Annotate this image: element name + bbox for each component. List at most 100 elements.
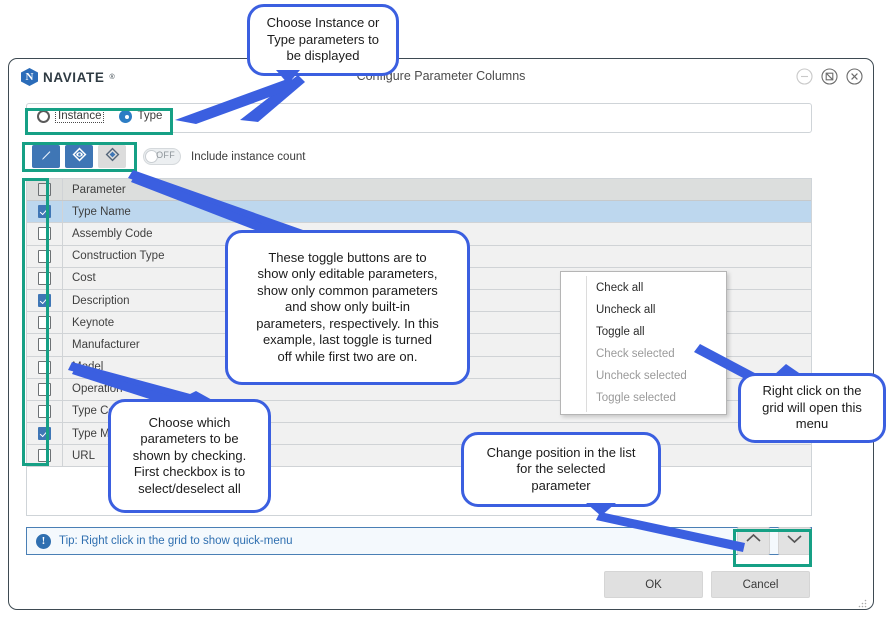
resize-grip[interactable] bbox=[858, 595, 867, 604]
row-checkbox[interactable] bbox=[38, 316, 51, 329]
switch-state-label: OFF bbox=[156, 150, 175, 160]
chevron-down-icon bbox=[785, 532, 804, 550]
grid-header-row[interactable]: Parameter bbox=[27, 179, 811, 201]
grid-context-menu[interactable]: Check all Uncheck all Toggle all Check s… bbox=[560, 271, 727, 415]
screenshot-root: N NAVIATE ® Configure Parameter Columns bbox=[0, 0, 890, 622]
move-down-button[interactable] bbox=[778, 527, 811, 555]
callout-reorder-line-1: Change position in the list bbox=[487, 445, 636, 462]
callout-toggles: These toggle buttons are to show only ed… bbox=[225, 230, 470, 385]
row-checkbox-cell[interactable] bbox=[27, 334, 63, 355]
callout-checkboxes: Choose which parameters to be shown by c… bbox=[108, 399, 271, 513]
row-checkbox-cell[interactable] bbox=[27, 312, 63, 333]
include-instance-count-label: Include instance count bbox=[191, 151, 305, 163]
eye-diamond-icon bbox=[71, 146, 88, 168]
radio-instance-dot bbox=[37, 110, 50, 123]
info-icon: ! bbox=[36, 534, 51, 549]
callout-toggles-line-3: show only common parameters bbox=[256, 283, 439, 300]
callout-toggles-line-5: parameters, respectively. In this bbox=[256, 316, 439, 333]
callout-scope-line-1: Choose Instance or bbox=[267, 15, 380, 32]
row-checkbox-cell[interactable] bbox=[27, 401, 63, 422]
include-instance-count-toggle[interactable]: OFF bbox=[143, 148, 181, 165]
row-checkbox-cell[interactable] bbox=[27, 201, 63, 222]
callout-reorder: Change position in the list for the sele… bbox=[461, 432, 661, 507]
window-controls bbox=[796, 68, 863, 85]
row-checkbox-cell[interactable] bbox=[27, 423, 63, 444]
radio-instance[interactable]: Instance bbox=[37, 109, 104, 123]
row-checkbox[interactable] bbox=[38, 227, 51, 240]
callout-toggles-line-1: These toggle buttons are to bbox=[256, 250, 439, 267]
callout-scope: Choose Instance or Type parameters to be… bbox=[247, 4, 399, 76]
callout-scope-line-3: be displayed bbox=[267, 48, 380, 65]
tip-bar: ! Tip: Right click in the grid to show q… bbox=[26, 527, 812, 555]
radio-type-dot bbox=[119, 110, 132, 123]
menu-item-check-all[interactable]: Check all bbox=[561, 277, 726, 299]
row-label: Description bbox=[63, 295, 130, 307]
menu-item-uncheck-selected: Uncheck selected bbox=[561, 365, 726, 387]
callout-checkboxes-line-4: First checkbox is to bbox=[133, 464, 246, 481]
grid-header-label: Parameter bbox=[63, 184, 126, 196]
row-label: Construction Type bbox=[63, 250, 164, 262]
context-menu-items: Check all Uncheck all Toggle all Check s… bbox=[561, 277, 726, 409]
dialog-title: Configure Parameter Columns bbox=[9, 69, 873, 83]
row-checkbox-cell[interactable] bbox=[27, 290, 63, 311]
row-label: Model bbox=[63, 361, 103, 373]
callout-toggles-line-4: and show only built-in bbox=[256, 299, 439, 316]
parameter-scope-panel: Instance Type bbox=[26, 103, 812, 133]
ok-button[interactable]: OK bbox=[604, 571, 703, 598]
row-checkbox-cell[interactable] bbox=[27, 445, 63, 466]
radio-type-label: Type bbox=[137, 110, 162, 122]
row-label: Cost bbox=[63, 272, 96, 284]
callout-contextmenu: Right click on the grid will open this m… bbox=[738, 373, 886, 443]
dialog-titlebar[interactable]: N NAVIATE ® Configure Parameter Columns bbox=[9, 59, 873, 95]
row-checkbox[interactable] bbox=[38, 272, 51, 285]
callout-scope-line-2: Type parameters to bbox=[267, 32, 380, 49]
move-up-button[interactable] bbox=[737, 527, 770, 555]
row-checkbox[interactable] bbox=[38, 294, 51, 307]
row-checkbox[interactable] bbox=[38, 449, 51, 462]
close-icon[interactable] bbox=[846, 68, 863, 85]
tip-text: Tip: Right click in the grid to show qui… bbox=[59, 535, 293, 547]
table-row[interactable]: Type Name bbox=[27, 201, 811, 223]
row-checkbox[interactable] bbox=[38, 338, 51, 351]
callout-contextmenu-line-1: Right click on the bbox=[762, 383, 862, 400]
callout-contextmenu-line-2: grid will open this bbox=[762, 400, 862, 417]
callout-toggles-line-7: off while first two are on. bbox=[256, 349, 439, 366]
grid-header-checkbox-cell[interactable] bbox=[27, 179, 63, 200]
menu-item-uncheck-all[interactable]: Uncheck all bbox=[561, 299, 726, 321]
row-checkbox[interactable] bbox=[38, 383, 51, 396]
row-label: URL bbox=[63, 450, 95, 462]
callout-checkboxes-line-2: parameters to be bbox=[133, 431, 246, 448]
diamond-icon bbox=[104, 146, 121, 168]
callout-checkboxes-line-3: shown by checking. bbox=[133, 448, 246, 465]
row-checkbox-cell[interactable] bbox=[27, 268, 63, 289]
minimize-icon[interactable] bbox=[796, 68, 813, 85]
callout-contextmenu-line-3: menu bbox=[762, 416, 862, 433]
row-checkbox[interactable] bbox=[38, 361, 51, 374]
callout-toggles-line-6: example, last toggle is turned bbox=[256, 332, 439, 349]
row-checkbox-cell[interactable] bbox=[27, 223, 63, 244]
row-checkbox[interactable] bbox=[38, 405, 51, 418]
dialog-footer-buttons: OK Cancel bbox=[604, 571, 810, 598]
row-checkbox[interactable] bbox=[38, 205, 51, 218]
callout-reorder-line-2: for the selected bbox=[487, 461, 636, 478]
row-checkbox-cell[interactable] bbox=[27, 379, 63, 400]
editable-parameters-toggle[interactable] bbox=[32, 145, 60, 168]
filter-toggle-group bbox=[32, 145, 126, 168]
row-checkbox[interactable] bbox=[38, 427, 51, 440]
row-label: Type Name bbox=[63, 206, 131, 218]
menu-item-toggle-selected: Toggle selected bbox=[561, 387, 726, 409]
chevron-up-icon bbox=[744, 532, 763, 550]
row-checkbox-cell[interactable] bbox=[27, 246, 63, 267]
row-checkbox[interactable] bbox=[38, 250, 51, 263]
pencil-icon bbox=[39, 147, 54, 167]
row-checkbox-cell[interactable] bbox=[27, 357, 63, 378]
row-label: Manufacturer bbox=[63, 339, 140, 351]
builtin-parameters-toggle[interactable] bbox=[98, 145, 126, 168]
restore-icon[interactable] bbox=[821, 68, 838, 85]
row-label: Keynote bbox=[63, 317, 114, 329]
menu-item-toggle-all[interactable]: Toggle all bbox=[561, 321, 726, 343]
cancel-button[interactable]: Cancel bbox=[711, 571, 810, 598]
select-all-checkbox[interactable] bbox=[38, 183, 51, 196]
common-parameters-toggle[interactable] bbox=[65, 145, 93, 168]
radio-type[interactable]: Type bbox=[119, 110, 162, 123]
